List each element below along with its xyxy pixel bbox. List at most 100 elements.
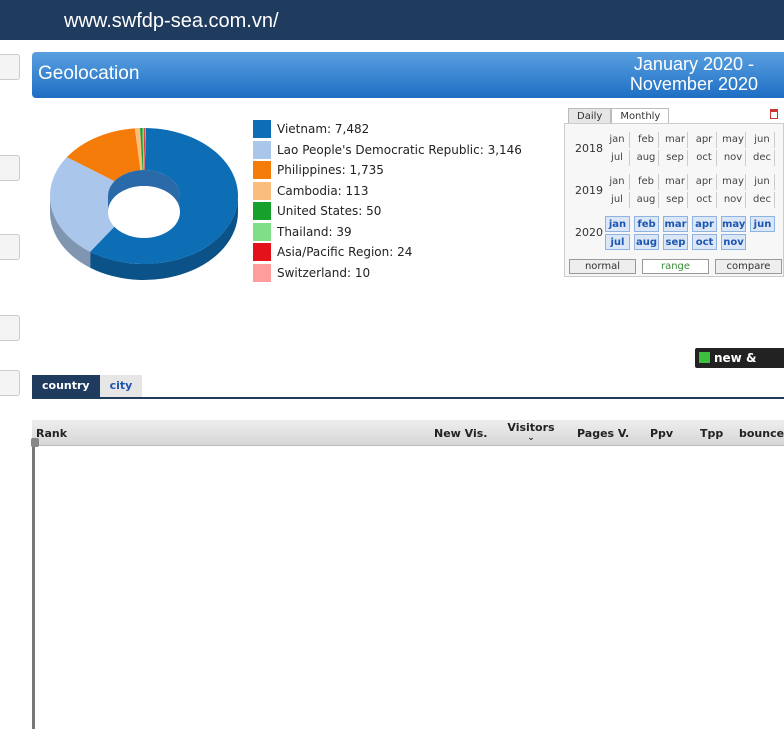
col-ppv[interactable]: Ppv — [650, 427, 673, 440]
calendar-icon[interactable] — [770, 109, 778, 119]
month-cell[interactable]: apr — [692, 132, 717, 148]
left-rail — [0, 40, 26, 729]
legend-label: Philippines: 1,735 — [277, 163, 384, 178]
calendar-widget: Daily Monthly 2018 jan feb mar apr may jun jul a… — [562, 106, 784, 278]
month-cell[interactable]: jun — [750, 132, 775, 148]
month-cell[interactable]: apr — [692, 216, 717, 232]
month-cell[interactable]: aug — [634, 192, 659, 208]
month-cell[interactable]: dec — [750, 192, 775, 208]
col-new-visitors[interactable]: New Vis. — [434, 427, 487, 440]
sort-down-icon: ⌄ — [527, 433, 535, 443]
period-line2: November 2020 — [629, 74, 758, 94]
year-label[interactable]: 2019 — [575, 184, 603, 197]
month-cell[interactable]: aug — [634, 150, 659, 166]
month-cell[interactable]: sep — [663, 192, 688, 208]
legend-item[interactable]: Switzerland: 10 — [253, 263, 522, 284]
tab-daily[interactable]: Daily — [568, 108, 612, 124]
month-cell[interactable]: may — [721, 216, 746, 232]
month-cell[interactable]: mar — [663, 174, 688, 190]
year-block: 2020 jan feb mar apr may jun jul aug sep oct nov — [565, 214, 784, 252]
month-cell[interactable]: oct — [692, 150, 717, 166]
mode-range-button[interactable]: range — [642, 259, 709, 274]
legend-item[interactable]: Vietnam: 7,482 — [253, 119, 522, 140]
month-cell[interactable]: feb — [634, 174, 659, 190]
rail-tab[interactable] — [0, 155, 20, 181]
month-cell[interactable]: jun — [750, 174, 775, 190]
month-cell[interactable]: nov — [721, 192, 746, 208]
tab-monthly[interactable]: Monthly — [611, 108, 670, 124]
month-cell[interactable]: aug — [634, 234, 659, 250]
table-header: Rank New Vis. Visitors ⌄ Pages V. Ppv Tp… — [32, 420, 784, 446]
legend-swatch — [253, 222, 271, 241]
legend-item[interactable]: Lao People's Democratic Republic: 3,146 — [253, 140, 522, 161]
legend-label: United States: 50 — [277, 204, 382, 219]
date-range-title: January 2020 - November 2020 — [630, 54, 758, 94]
tab-city[interactable]: city — [99, 375, 143, 397]
month-cell[interactable]: nov — [721, 150, 746, 166]
legend-item[interactable]: Cambodia: 113 — [253, 181, 522, 202]
month-cell[interactable]: jan — [605, 174, 630, 190]
green-square-icon — [699, 352, 710, 363]
legend-label: Asia/Pacific Region: 24 — [277, 245, 413, 260]
year-block: 2019 jan feb mar apr may jun jul aug sep oct nov dec — [565, 172, 784, 210]
month-cell[interactable]: sep — [663, 150, 688, 166]
month-cell[interactable]: sep — [663, 234, 688, 250]
month-cell[interactable]: oct — [692, 192, 717, 208]
col-tpp[interactable]: Tpp — [700, 427, 723, 440]
geolocation-banner: Geolocation January 2020 - November 2020 — [32, 52, 784, 98]
month-cell[interactable]: feb — [634, 216, 659, 232]
month-cell[interactable]: jul — [605, 150, 630, 166]
year-label[interactable]: 2018 — [575, 142, 603, 155]
month-cell[interactable]: may — [721, 132, 746, 148]
tab-country[interactable]: country — [32, 375, 100, 397]
legend-item[interactable]: Asia/Pacific Region: 24 — [253, 242, 522, 263]
month-cell[interactable]: mar — [663, 132, 688, 148]
pie-hole — [108, 186, 180, 238]
table-resize-handle[interactable] — [31, 438, 40, 729]
top-bar: www.swfdp-sea.com.vn/ — [0, 0, 784, 40]
legend-swatch — [253, 263, 271, 282]
month-grid: jan feb mar apr may jun jul aug sep oct nov dec — [605, 132, 783, 166]
rail-tab[interactable] — [0, 234, 20, 260]
new-lost-button[interactable]: new & lost — [695, 348, 784, 385]
tab-underline — [32, 397, 784, 399]
col-visitors[interactable]: Visitors ⌄ — [507, 421, 555, 443]
month-cell[interactable]: mar — [663, 216, 688, 232]
month-cell[interactable]: may — [721, 174, 746, 190]
month-cell[interactable]: jul — [605, 192, 630, 208]
mode-normal-button[interactable]: normal — [569, 259, 636, 274]
mode-compare-button[interactable]: compare — [715, 259, 782, 274]
legend-swatch — [253, 181, 271, 200]
month-cell[interactable]: nov — [721, 234, 746, 250]
month-cell[interactable]: jun — [750, 216, 775, 232]
month-cell[interactable]: oct — [692, 234, 717, 250]
legend-item[interactable]: Thailand: 39 — [253, 222, 522, 243]
page-title: Geolocation — [38, 63, 140, 84]
calendar-tabs: Daily Monthly — [568, 108, 670, 124]
geolocation-pie-chart — [49, 128, 238, 280]
legend-label: Lao People's Democratic Republic: 3,146 — [277, 142, 522, 157]
legend-swatch — [253, 161, 271, 180]
site-url[interactable]: www.swfdp-sea.com.vn/ — [64, 10, 279, 33]
legend-swatch — [253, 140, 271, 159]
rail-tab[interactable] — [0, 315, 20, 341]
legend-item[interactable]: United States: 50 — [253, 201, 522, 222]
month-picker: 2018 jan feb mar apr may jun jul aug sep oct nov dec… — [564, 123, 784, 277]
legend-swatch — [253, 120, 271, 139]
col-rank[interactable]: Rank — [36, 427, 67, 440]
legend-label: Thailand: 39 — [277, 224, 352, 239]
view-tabs: country city — [32, 375, 143, 397]
rail-tab[interactable] — [0, 54, 20, 80]
year-label[interactable]: 2020 — [575, 226, 603, 239]
month-cell[interactable]: apr — [692, 174, 717, 190]
col-pages-viewed[interactable]: Pages V. — [577, 427, 629, 440]
month-cell[interactable]: feb — [634, 132, 659, 148]
legend-item[interactable]: Philippines: 1,735 — [253, 160, 522, 181]
month-cell[interactable]: dec — [750, 150, 775, 166]
month-cell[interactable]: jan — [605, 216, 630, 232]
col-bounce[interactable]: bounce — [739, 427, 784, 440]
rail-tab[interactable] — [0, 370, 20, 396]
resize-knob[interactable] — [31, 438, 39, 447]
month-cell[interactable]: jul — [605, 234, 630, 250]
month-cell[interactable]: jan — [605, 132, 630, 148]
